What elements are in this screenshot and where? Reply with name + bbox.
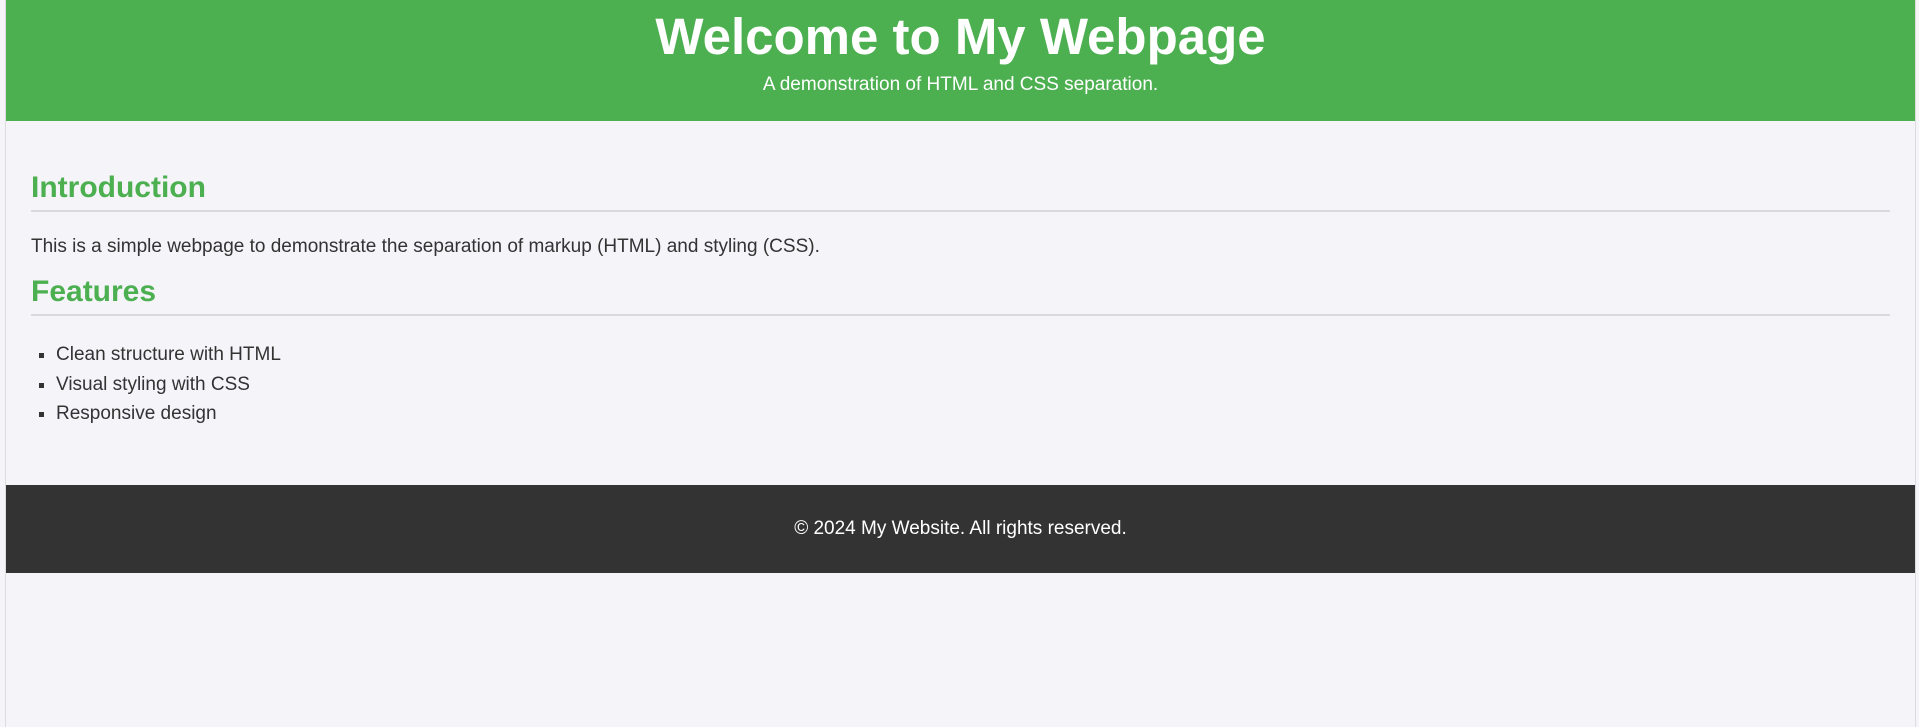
introduction-section: Introduction This is a simple webpage to… bbox=[31, 170, 1890, 258]
site-header: Welcome to My Webpage A demonstration of… bbox=[6, 0, 1915, 121]
list-item: Clean structure with HTML bbox=[56, 340, 1890, 370]
features-section: Features Clean structure with HTML Visua… bbox=[31, 274, 1890, 429]
introduction-text: This is a simple webpage to demonstrate … bbox=[31, 236, 820, 257]
site-footer: © 2024 My Website. All rights reserved. bbox=[6, 485, 1915, 573]
page-subtitle: A demonstration of HTML and CSS separati… bbox=[762, 74, 1159, 95]
page: Welcome to My Webpage A demonstration of… bbox=[5, 0, 1916, 727]
introduction-heading: Introduction bbox=[31, 170, 1890, 212]
footer-text: © 2024 My Website. All rights reserved. bbox=[794, 518, 1127, 539]
features-list: Clean structure with HTML Visual styling… bbox=[31, 340, 1890, 429]
list-item: Visual styling with CSS bbox=[56, 370, 1890, 400]
page-title: Welcome to My Webpage bbox=[655, 8, 1266, 65]
main-content: Introduction This is a simple webpage to… bbox=[6, 121, 1915, 485]
list-item: Responsive design bbox=[56, 399, 1890, 429]
features-heading: Features bbox=[31, 274, 1890, 316]
